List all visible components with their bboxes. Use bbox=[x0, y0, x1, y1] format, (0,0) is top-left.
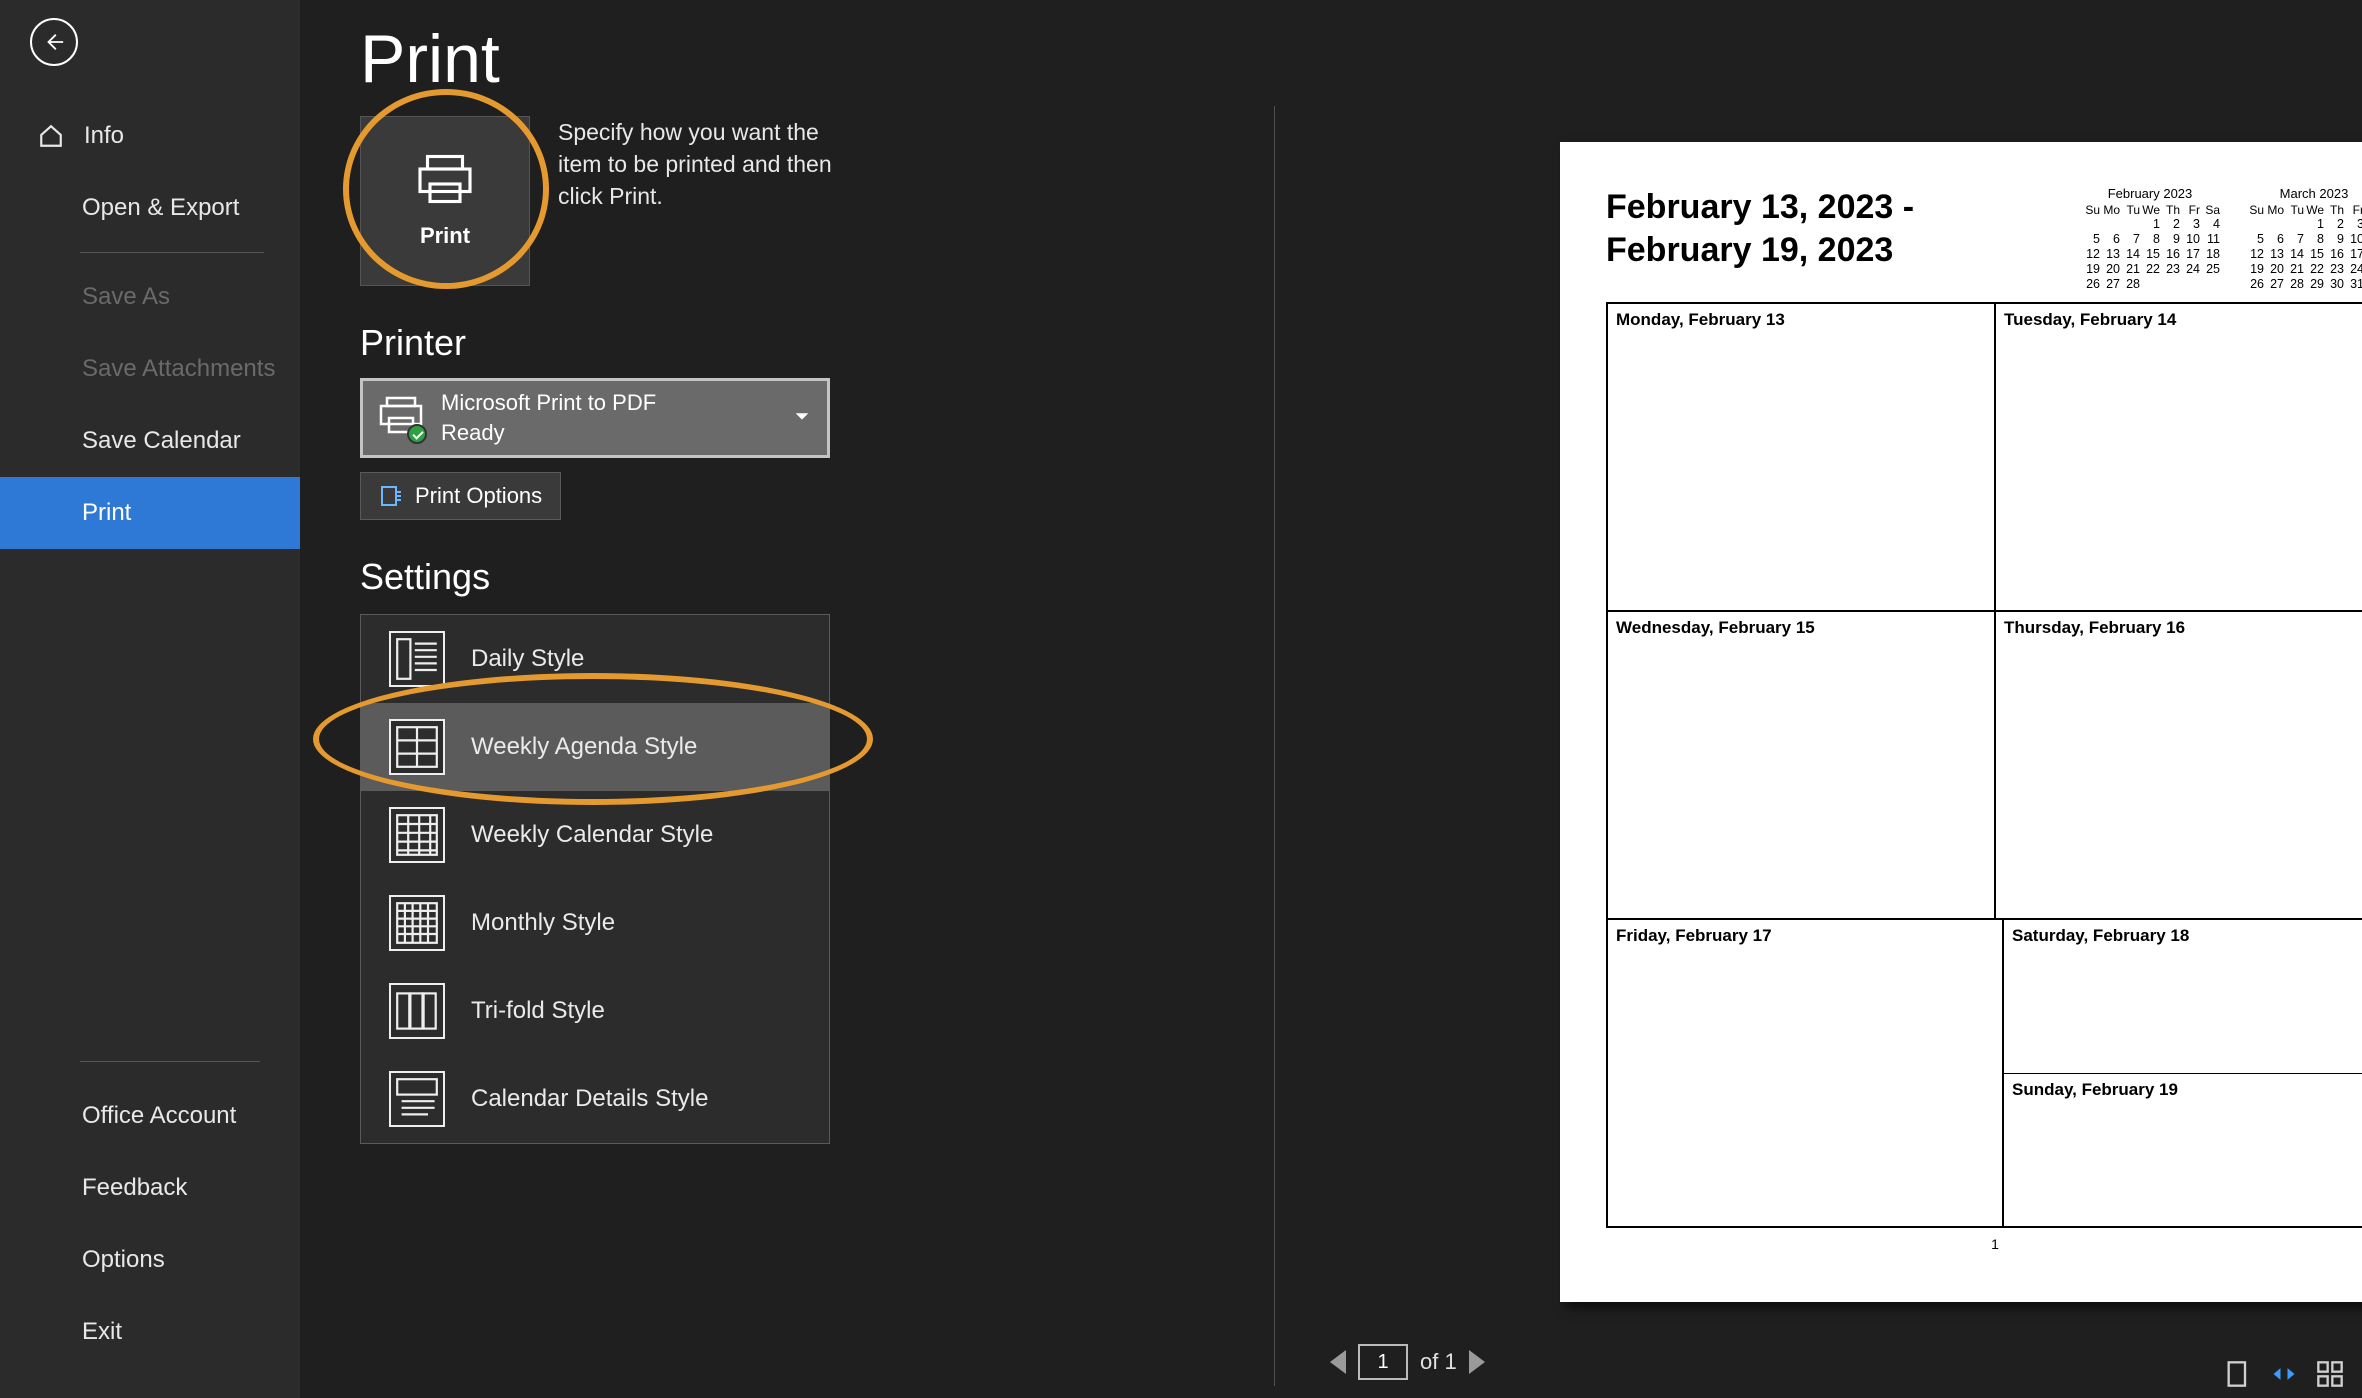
multi-page-icon[interactable] bbox=[2316, 1360, 2344, 1388]
nav-open-export[interactable]: Open & Export bbox=[0, 172, 300, 244]
style-label: Weekly Agenda Style bbox=[471, 733, 697, 761]
nav-label: Feedback bbox=[82, 1174, 187, 1202]
style-list: Daily Style Weekly Agenda Style Weekly C… bbox=[360, 614, 830, 1144]
actual-size-icon[interactable] bbox=[2224, 1360, 2252, 1388]
day-cell-tuesday: Tuesday, February 14 bbox=[1995, 303, 2362, 611]
of-label: of 1 bbox=[1420, 1349, 1457, 1375]
separator bbox=[80, 252, 264, 253]
monthly-style-icon bbox=[389, 895, 445, 951]
style-calendar-details[interactable]: Calendar Details Style bbox=[361, 1055, 829, 1143]
printer-icon bbox=[379, 396, 423, 440]
nav-office-account[interactable]: Office Account bbox=[0, 1080, 300, 1152]
print-options-label: Print Options bbox=[415, 483, 542, 509]
back-button[interactable] bbox=[30, 18, 78, 66]
trifold-style-icon bbox=[389, 983, 445, 1039]
style-label: Tri-fold Style bbox=[471, 997, 605, 1025]
nav-label: Options bbox=[82, 1246, 165, 1274]
nav-save-as: Save As bbox=[0, 261, 300, 333]
chevron-down-icon bbox=[793, 407, 811, 430]
preview-title-line1: February 13, 2023 - bbox=[1606, 188, 1914, 226]
weekly-agenda-icon bbox=[389, 719, 445, 775]
nav-label: Office Account bbox=[82, 1102, 236, 1130]
nav-label: Save Attachments bbox=[82, 355, 275, 383]
printer-heading-label: Printer bbox=[360, 322, 466, 364]
preview-page: February 13, 2023 - February 19, 2023 Fe… bbox=[1560, 142, 2362, 1302]
print-button[interactable]: Print bbox=[360, 116, 530, 286]
nav-label: Save Calendar bbox=[82, 427, 241, 455]
settings-heading-label: Settings bbox=[360, 556, 490, 598]
style-weekly-calendar[interactable]: Weekly Calendar Style bbox=[361, 791, 829, 879]
pagination: of 1 bbox=[1330, 1344, 1485, 1380]
print-description: Specify how you want the item to be prin… bbox=[558, 116, 838, 213]
nav-feedback[interactable]: Feedback bbox=[0, 1152, 300, 1224]
nav-save-attachments: Save Attachments bbox=[0, 333, 300, 405]
mini-calendars: February 2023SuMoTuWeThFrSa1234567891011… bbox=[2080, 186, 2362, 292]
printer-name: Microsoft Print to PDF bbox=[441, 390, 656, 416]
nav-save-calendar[interactable]: Save Calendar bbox=[0, 405, 300, 477]
nav-label: Save As bbox=[82, 283, 170, 311]
next-page-button[interactable] bbox=[1469, 1350, 1485, 1374]
separator bbox=[80, 1061, 260, 1062]
nav-label: Open & Export bbox=[82, 194, 239, 222]
printer-status: Ready bbox=[441, 420, 656, 446]
prev-page-button[interactable] bbox=[1330, 1350, 1346, 1374]
vertical-divider bbox=[1274, 106, 1275, 1386]
style-label: Calendar Details Style bbox=[471, 1085, 708, 1113]
printer-dropdown[interactable]: Microsoft Print to PDF Ready bbox=[360, 378, 830, 458]
content-area: Print Print Specify how you want the ite… bbox=[300, 0, 2362, 1398]
nav-label: Print bbox=[82, 499, 131, 527]
print-options-button[interactable]: Print Options bbox=[360, 472, 561, 520]
check-icon bbox=[407, 424, 427, 444]
weekly-calendar-icon bbox=[389, 807, 445, 863]
preview-title: February 13, 2023 - February 19, 2023 bbox=[1606, 186, 1914, 271]
print-options-icon bbox=[379, 484, 403, 508]
style-label: Daily Style bbox=[471, 645, 584, 673]
page-number-input[interactable] bbox=[1358, 1344, 1408, 1380]
nav-options[interactable]: Options bbox=[0, 1224, 300, 1296]
style-trifold[interactable]: Tri-fold Style bbox=[361, 967, 829, 1055]
style-label: Monthly Style bbox=[471, 909, 615, 937]
nav-print[interactable]: Print bbox=[0, 477, 300, 549]
zoom-controls bbox=[2224, 1360, 2344, 1388]
nav-label: Exit bbox=[82, 1318, 122, 1346]
of-word: of bbox=[1420, 1349, 1438, 1374]
preview-title-line2: February 19, 2023 bbox=[1606, 231, 1893, 269]
weekend-split: Saturday, February 18 Sunday, February 1… bbox=[2003, 919, 2362, 1227]
daily-style-icon bbox=[389, 631, 445, 687]
mini-calendar: March 2023SuMoTuWeThFrSa1234567891011121… bbox=[2244, 186, 2362, 292]
print-button-label: Print bbox=[420, 223, 470, 249]
day-cell-thursday: Thursday, February 16 bbox=[1995, 611, 2362, 919]
day-cell-friday: Friday, February 17 bbox=[1607, 919, 2003, 1227]
week-grid: Monday, February 13 Tuesday, February 14… bbox=[1606, 302, 2362, 1228]
day-cell-monday: Monday, February 13 bbox=[1607, 303, 1995, 611]
nav-exit[interactable]: Exit bbox=[0, 1296, 300, 1368]
backstage-sidebar: Info Open & Export Save As Save Attachme… bbox=[0, 0, 300, 1398]
mini-calendar: February 2023SuMoTuWeThFrSa1234567891011… bbox=[2080, 186, 2220, 292]
printer-icon bbox=[415, 153, 475, 205]
preview-page-number: 1 bbox=[1606, 1236, 2362, 1252]
day-cell-wednesday: Wednesday, February 15 bbox=[1607, 611, 1995, 919]
nav-label: Info bbox=[84, 122, 124, 150]
total-pages: 1 bbox=[1444, 1349, 1456, 1374]
day-cell-sunday: Sunday, February 19 bbox=[2004, 1074, 2362, 1227]
print-preview: February 13, 2023 - February 19, 2023 Fe… bbox=[1560, 142, 2362, 1352]
day-cell-saturday: Saturday, February 18 bbox=[2004, 920, 2362, 1074]
nav-info[interactable]: Info bbox=[0, 100, 300, 172]
style-weekly-agenda[interactable]: Weekly Agenda Style bbox=[361, 703, 829, 791]
style-monthly[interactable]: Monthly Style bbox=[361, 879, 829, 967]
fit-page-icon[interactable] bbox=[2270, 1360, 2298, 1388]
style-label: Weekly Calendar Style bbox=[471, 821, 713, 849]
style-daily[interactable]: Daily Style bbox=[361, 615, 829, 703]
page-title: Print bbox=[360, 20, 2302, 98]
calendar-details-icon bbox=[389, 1071, 445, 1127]
